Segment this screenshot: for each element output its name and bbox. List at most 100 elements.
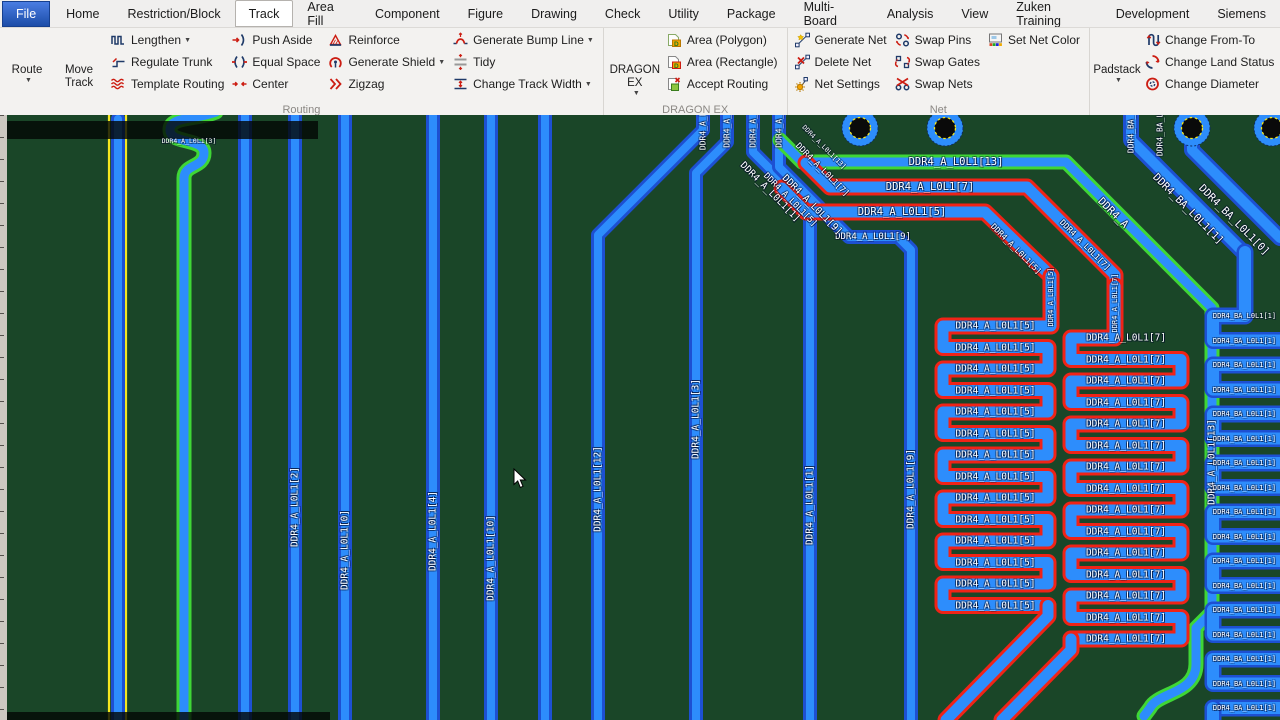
set-net-color-button[interactable]: Set Net Color <box>984 29 1083 51</box>
net-label: DDR4_A_L0L1[7] <box>1086 354 1166 365</box>
tab-view[interactable]: View <box>947 0 1002 27</box>
change-diameter-icon <box>1144 76 1161 92</box>
net-label: DDR4_A_L0L1[7] <box>1086 440 1166 451</box>
move-track-button[interactable]: Move Track <box>51 29 107 90</box>
net-label: DDR4_BA_L0L1[1] <box>1213 655 1276 663</box>
dragon-ex-button[interactable]: DDRAGON EX▼ <box>607 29 663 98</box>
tab-check[interactable]: Check <box>591 0 654 27</box>
accept-routing-icon <box>666 76 683 92</box>
swap-pins-button[interactable]: Swap Pins <box>891 29 983 51</box>
ribbon-tab-bar: FileHomeRestriction/BlockTrackArea FillC… <box>0 0 1280 27</box>
change-diameter-button[interactable]: Change Diameter <box>1141 73 1277 95</box>
tab-utility[interactable]: Utility <box>654 0 713 27</box>
application-window: { "tabs": { "active": "Track", "items": … <box>0 0 1280 720</box>
accept-routing-button[interactable]: Accept Routing <box>663 73 781 95</box>
net-label: DDR4_A_L0L1[7] <box>1086 505 1166 516</box>
delete-net-button[interactable]: Delete Net <box>791 51 890 73</box>
lengthen-icon <box>110 32 127 48</box>
ribbon-column: Lengthen▼Regulate Trunk Template Routing <box>107 29 227 95</box>
via[interactable] <box>1254 115 1280 146</box>
net-settings-button[interactable]: Net Settings <box>791 73 890 95</box>
button-label: Generate Shield <box>348 55 435 69</box>
tab-drawing[interactable]: Drawing <box>517 0 591 27</box>
button-label: Template Routing <box>131 77 224 91</box>
canvas-ruler <box>0 115 7 720</box>
tab-restriction-block[interactable]: Restriction/Block <box>114 0 235 27</box>
tab-component[interactable]: Component <box>361 0 454 27</box>
dropdown-arrow-icon[interactable]: ▼ <box>587 37 594 44</box>
net-label: DDR4_BA_L0L1[1] <box>1213 312 1276 320</box>
tidy-button[interactable]: Tidy <box>449 51 597 73</box>
regulate-trunk-button[interactable]: Regulate Trunk <box>107 51 227 73</box>
net-label: DDR4_BA_L0L1[1] <box>1213 508 1276 516</box>
net-label: DDR4_A_L0L1[13] <box>909 156 1004 168</box>
lengthen-button[interactable]: Lengthen▼ <box>107 29 227 51</box>
net-label: DDR4_BA_L0L1[1] <box>1213 557 1276 565</box>
via[interactable] <box>927 115 963 146</box>
dropdown-arrow-icon[interactable]: ▼ <box>1115 77 1122 85</box>
dropdown-arrow-icon[interactable]: ▼ <box>25 77 32 85</box>
dropdown-arrow-icon[interactable]: ▼ <box>438 59 445 66</box>
button-label: Area (Polygon) <box>687 33 767 47</box>
tab-file[interactable]: File <box>2 1 50 27</box>
delete-net-icon <box>794 54 811 70</box>
tab-figure[interactable]: Figure <box>454 0 517 27</box>
tab-development[interactable]: Development <box>1102 0 1204 27</box>
set-net-color-icon <box>987 32 1004 48</box>
center-button[interactable]: Center <box>228 73 323 95</box>
tab-multi-board[interactable]: Multi-Board <box>790 0 873 27</box>
net-label: DDR4_BA_L0L1[1] <box>1213 459 1276 467</box>
net-label: DDR4_A_L0L1[12] <box>699 115 708 150</box>
tab-package[interactable]: Package <box>713 0 790 27</box>
change-track-width-button[interactable]: Change Track Width▼ <box>449 73 597 95</box>
generate-bump-line-button[interactable]: Generate Bump Line▼ <box>449 29 597 51</box>
change-land-status-button[interactable]: Change Land Status <box>1141 51 1277 73</box>
generate-net-button[interactable]: Generate Net <box>791 29 890 51</box>
swap-gates-button[interactable]: Swap Gates <box>891 51 983 73</box>
net-label: DDR4_A_L0L1[5] <box>1047 267 1055 326</box>
change-from-to-button[interactable]: Change From-To <box>1141 29 1277 51</box>
tab-area-fill[interactable]: Area Fill <box>293 0 361 27</box>
push-aside-button[interactable]: Push Aside <box>228 29 323 51</box>
swap-nets-button[interactable]: Swap Nets <box>891 73 983 95</box>
ribbon-column: Generate Bump Line▼TidyChange Track Widt… <box>449 29 597 95</box>
net-label: DDR4_A_L0L1[1] <box>805 465 816 545</box>
tab-siemens[interactable]: Siemens <box>1203 0 1280 27</box>
button-label: Swap Nets <box>915 77 973 91</box>
tab-home[interactable]: Home <box>52 0 113 27</box>
net-label: DDR4_BA_L0L1[1] <box>1213 435 1276 443</box>
via[interactable] <box>1174 115 1210 146</box>
net-label: DDR4_A_L0L1[5] <box>955 514 1035 525</box>
tab-zuken-training[interactable]: Zuken Training <box>1002 0 1101 27</box>
padstack-button[interactable]: Padstack▼ <box>1093 29 1141 85</box>
generate-shield-icon <box>327 54 344 70</box>
via[interactable] <box>842 115 878 146</box>
tidy-icon <box>452 54 469 70</box>
svg-text:D: D <box>674 63 679 70</box>
dropdown-arrow-icon[interactable]: ▼ <box>633 90 640 98</box>
generate-shield-button[interactable]: Generate Shield▼ <box>324 51 448 73</box>
change-from-to-icon <box>1144 32 1161 48</box>
net-label: DDR4_A_L0L1[7] <box>1111 273 1119 332</box>
area-polygon--button[interactable]: DArea (Polygon) <box>663 29 781 51</box>
equal-space-button[interactable]: Equal Space <box>228 51 323 73</box>
ribbon: Route▼Move TrackLengthen▼Regulate Trunk T… <box>0 27 1280 116</box>
template-routing-button[interactable]: Template Routing <box>107 73 227 95</box>
net-label: DDR4_A_L0L1[3] <box>691 379 702 459</box>
net-label: DDR4_A_L0L1[10] <box>486 515 497 601</box>
net-label: DDR4_BA_L0L1[1] <box>1213 361 1276 369</box>
dropdown-arrow-icon[interactable]: ▼ <box>585 81 592 88</box>
change-track-width-icon <box>452 76 469 92</box>
pcb-design-canvas[interactable]: DDR4_A_L0L1[13] DDR4_A_L0L1[7] DDR4_A_L0L1… <box>0 115 1280 720</box>
tab-analysis[interactable]: Analysis <box>873 0 948 27</box>
route-button[interactable]: Route▼ <box>3 29 51 85</box>
reinforce-button[interactable]: Reinforce <box>324 29 448 51</box>
button-label: Net Settings <box>815 77 880 91</box>
zigzag-button[interactable]: Zigzag <box>324 73 448 95</box>
area-rectangle--button[interactable]: DArea (Rectangle) <box>663 51 781 73</box>
reinforce-icon <box>327 32 344 48</box>
ribbon-column: Change From-ToChange Land StatusChange D… <box>1141 29 1277 95</box>
tab-track[interactable]: Track <box>235 0 294 27</box>
button-label: Delete Net <box>815 55 872 69</box>
dropdown-arrow-icon[interactable]: ▼ <box>184 37 191 44</box>
